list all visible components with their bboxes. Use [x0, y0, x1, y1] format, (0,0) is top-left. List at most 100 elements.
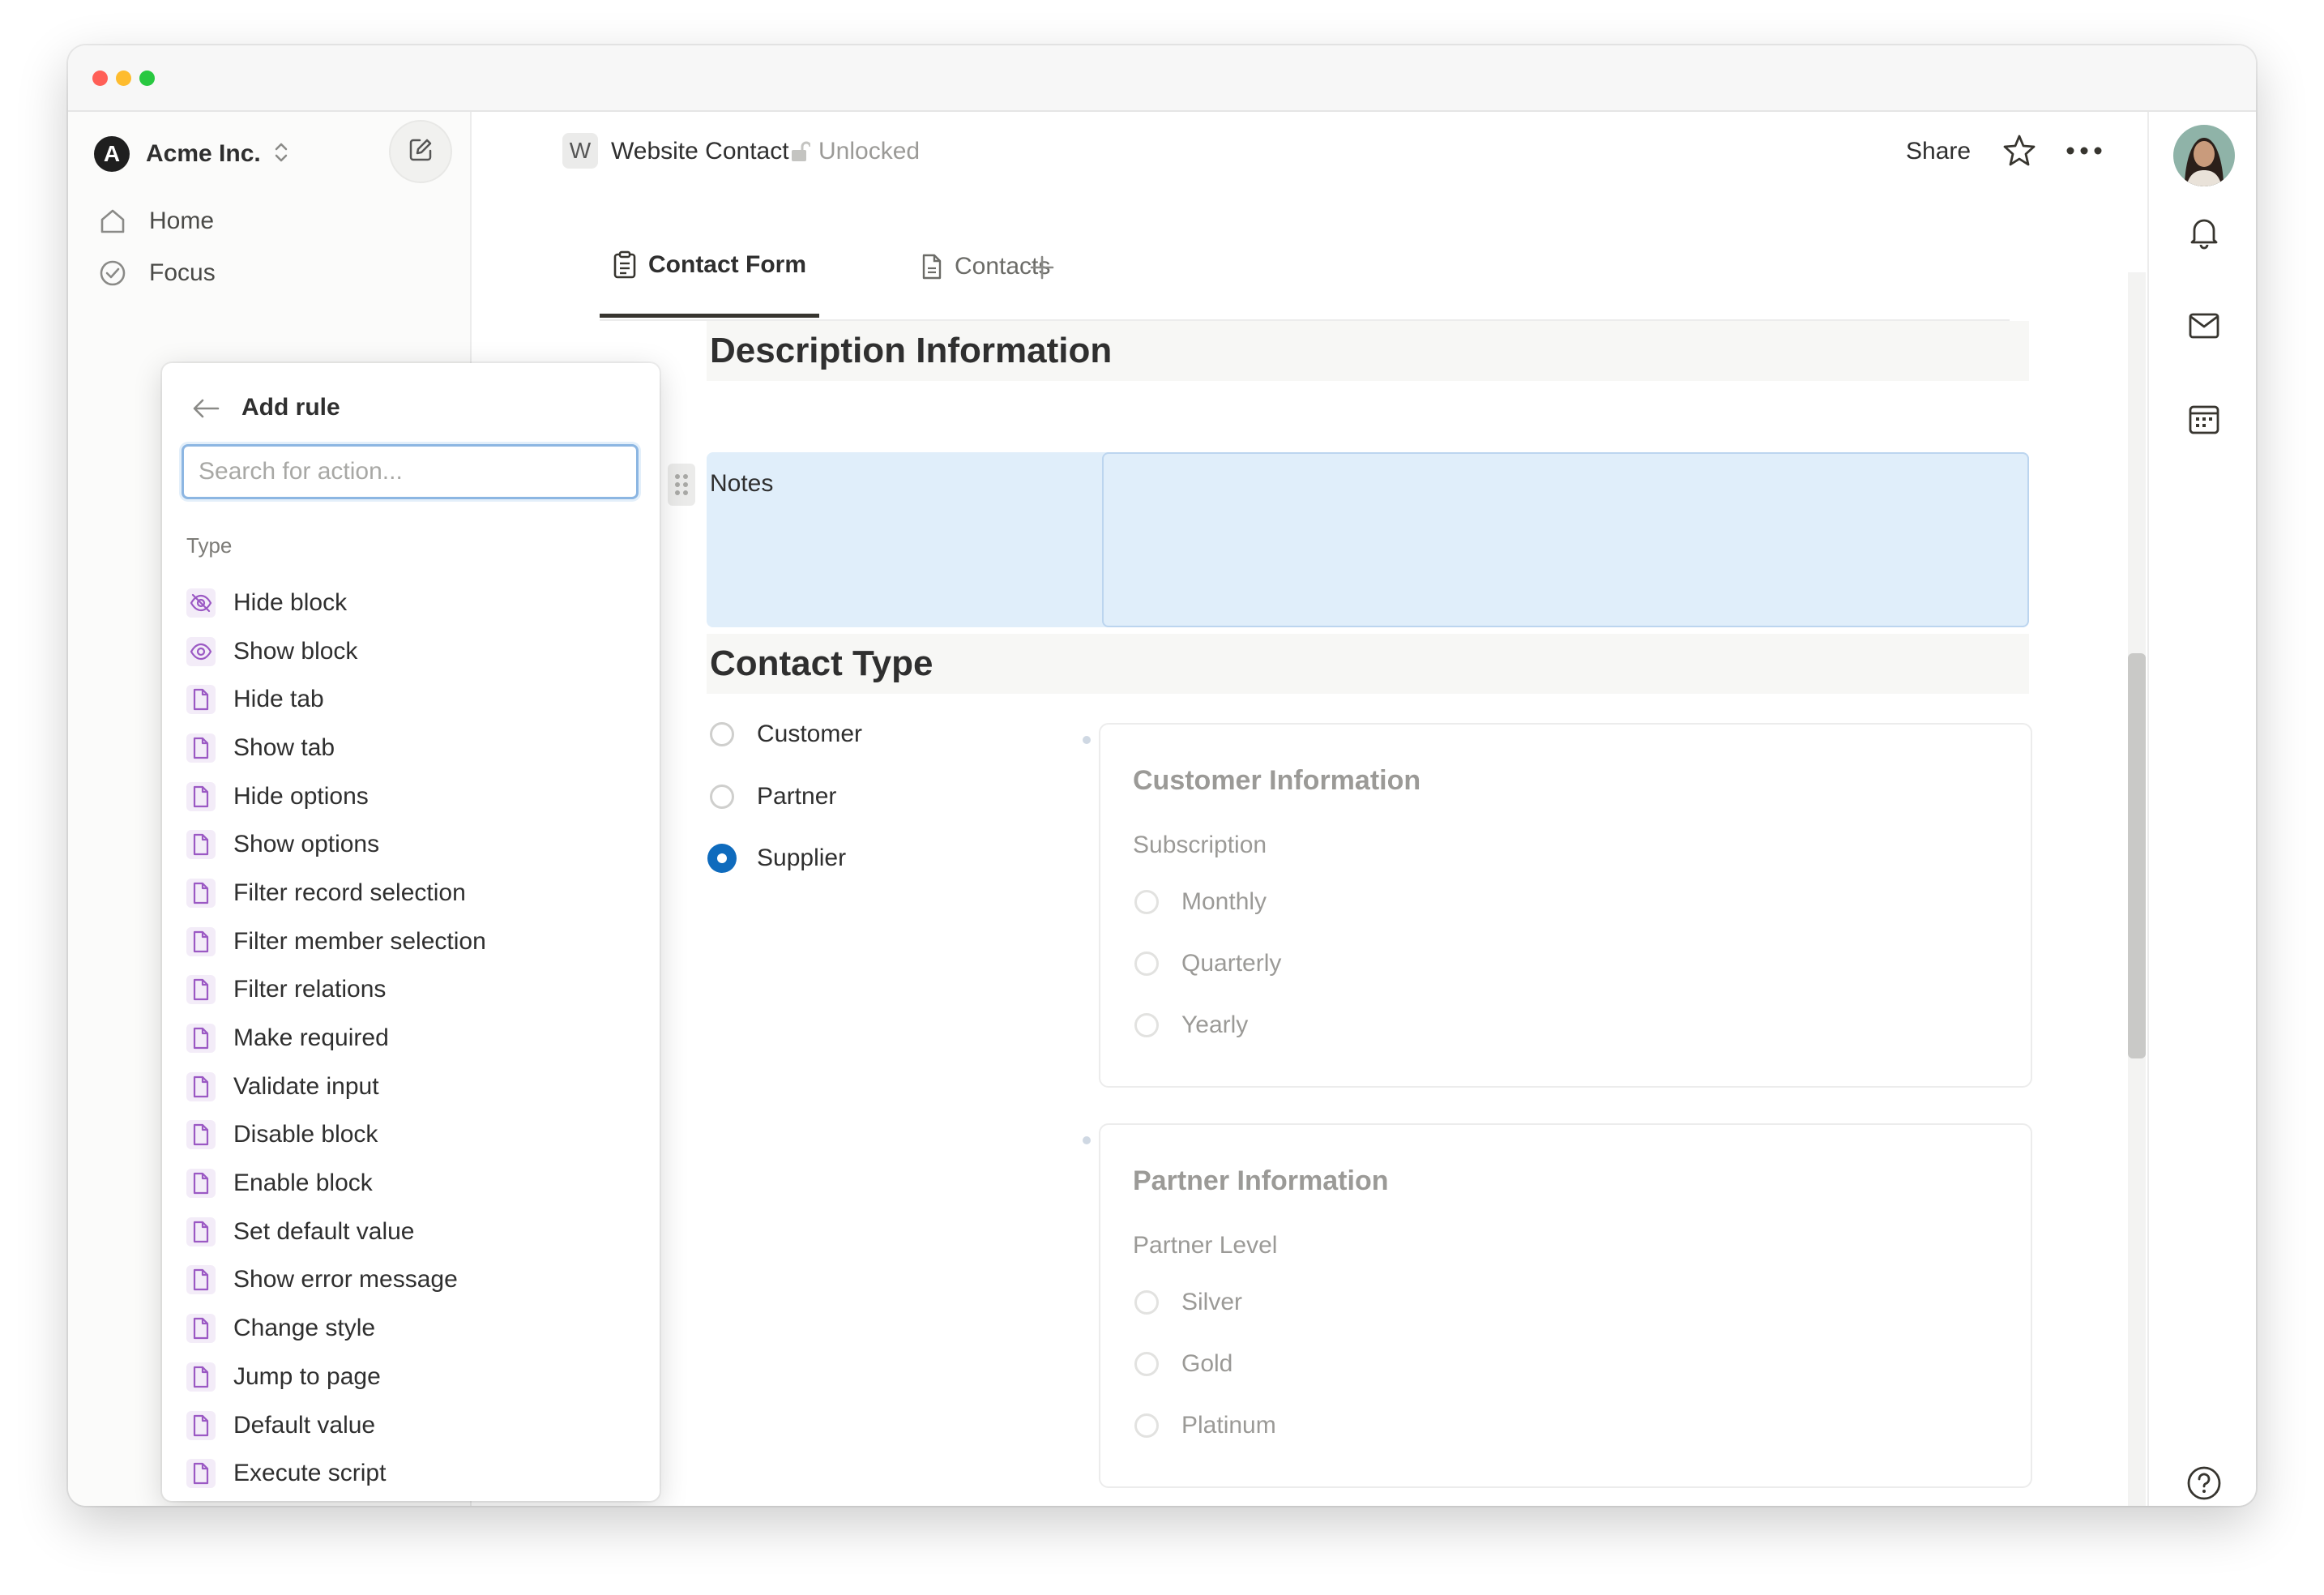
- edit-icon: [407, 136, 434, 168]
- sidebar-item-focus[interactable]: Focus: [97, 258, 216, 289]
- radio-label: Customer: [757, 721, 863, 747]
- radio-option-customer[interactable]: Customer: [710, 721, 862, 748]
- radio-button[interactable]: [710, 722, 734, 746]
- menu-item-hide-tab[interactable]: Hide tab: [186, 675, 640, 724]
- radio-option-partner[interactable]: Partner: [710, 783, 836, 810]
- page-title[interactable]: Website Contact: [611, 138, 789, 165]
- radio-button[interactable]: [1134, 1290, 1159, 1315]
- radio-button[interactable]: [1134, 1413, 1159, 1438]
- menu-item-hide-block[interactable]: Hide block: [186, 579, 640, 627]
- menu-item-label: Enable block: [233, 1170, 373, 1197]
- menu-section-label: Type: [186, 533, 233, 558]
- menu-item-show-tab[interactable]: Show tab: [186, 724, 640, 772]
- partner-information-card: Partner Information Partner Level Silver…: [1099, 1123, 2032, 1488]
- sidebar-item-label: Focus: [149, 259, 216, 286]
- favorite-button[interactable]: [2000, 131, 2039, 170]
- menu-item-validate-input[interactable]: Validate input: [186, 1063, 640, 1111]
- menu-item-execute-script[interactable]: Execute script: [186, 1449, 640, 1498]
- radio-option-yearly[interactable]: Yearly: [1134, 1011, 1248, 1039]
- radio-label: Gold: [1181, 1350, 1233, 1377]
- action-search-input[interactable]: [182, 444, 639, 499]
- radio-option-platinum[interactable]: Platinum: [1134, 1412, 1276, 1439]
- menu-item-hide-options[interactable]: Hide options: [186, 772, 640, 821]
- notifications-button[interactable]: [2181, 209, 2227, 254]
- radio-button[interactable]: [710, 785, 734, 809]
- minimize-window-button[interactable]: [116, 71, 131, 86]
- radio-button[interactable]: [1134, 951, 1159, 976]
- menu-item-filter-record-selection[interactable]: Filter record selection: [186, 869, 640, 917]
- scrollbar-thumb[interactable]: [2128, 653, 2146, 1058]
- menu-item-show-block[interactable]: Show block: [186, 627, 640, 676]
- zoom-window-button[interactable]: [139, 71, 155, 86]
- radio-option-monthly[interactable]: Monthly: [1134, 888, 1267, 916]
- inbox-button[interactable]: [2181, 303, 2227, 349]
- notes-field-block[interactable]: Notes: [707, 452, 2029, 627]
- menu-item-disable-block[interactable]: Disable block: [186, 1111, 640, 1160]
- sidebar-item-home[interactable]: Home: [97, 206, 214, 237]
- more-options-button[interactable]: [2063, 131, 2105, 170]
- menu-item-label: Change style: [233, 1315, 376, 1342]
- page-icon: [186, 1314, 216, 1344]
- avatar[interactable]: [2173, 125, 2235, 186]
- close-window-button[interactable]: [92, 71, 108, 86]
- menu-item-jump-to-page[interactable]: Jump to page: [186, 1353, 640, 1401]
- conditional-indicator: [1083, 1136, 1091, 1144]
- help-button[interactable]: [2181, 1460, 2227, 1506]
- radio-button[interactable]: [1134, 1352, 1159, 1376]
- menu-item-label: Default value: [233, 1411, 376, 1439]
- menu-item-label: Show error message: [233, 1266, 458, 1294]
- tab-contact-form[interactable]: Contact Form: [600, 216, 819, 318]
- page-icon: [186, 1265, 216, 1295]
- menu-item-show-options[interactable]: Show options: [186, 820, 640, 869]
- rule-action-list: Hide block Show block Hide tab Show tab Hide…: [186, 579, 640, 1498]
- card-title: Partner Information: [1133, 1165, 1389, 1196]
- menu-item-label: Hide tab: [233, 686, 324, 713]
- radio-label: Quarterly: [1181, 950, 1282, 977]
- menu-item-label: Show options: [233, 831, 380, 858]
- menu-item-default-value[interactable]: Default value: [186, 1401, 640, 1450]
- page-icon: [186, 878, 216, 908]
- share-button[interactable]: Share: [1906, 138, 1971, 165]
- radio-option-supplier[interactable]: Supplier: [707, 844, 846, 873]
- page-icon-chip: W: [562, 133, 598, 169]
- radio-button[interactable]: [1134, 890, 1159, 914]
- back-button[interactable]: [190, 392, 222, 425]
- drag-handle[interactable]: [668, 464, 695, 506]
- workspace-switcher[interactable]: A Acme Inc.: [94, 131, 290, 177]
- menu-item-enable-block[interactable]: Enable block: [186, 1159, 640, 1208]
- menu-item-label: Set default value: [233, 1217, 415, 1245]
- menu-item-set-default-value[interactable]: Set default value: [186, 1208, 640, 1256]
- menu-item-label: Hide options: [233, 782, 369, 810]
- menu-item-change-style[interactable]: Change style: [186, 1304, 640, 1353]
- plus-icon: [1030, 255, 1054, 280]
- lock-toggle[interactable]: Unlocked: [789, 138, 920, 165]
- menu-item-label: Hide block: [233, 588, 348, 616]
- contact-type-section-header[interactable]: Contact Type: [707, 634, 2029, 694]
- calendar-button[interactable]: [2181, 397, 2227, 443]
- menu-item-label: Filter record selection: [233, 879, 466, 906]
- clipboard-icon: [613, 250, 637, 280]
- radio-button[interactable]: [1134, 1013, 1159, 1037]
- bell-icon: [2190, 219, 2218, 250]
- ellipsis-icon: [2066, 147, 2102, 155]
- menu-title: Add rule: [241, 394, 340, 421]
- page-topbar: W Website Contact Unlocked Share: [472, 112, 2102, 196]
- section-title: Description Information: [710, 331, 1113, 370]
- radio-button-checked[interactable]: [707, 844, 737, 873]
- radio-option-quarterly[interactable]: Quarterly: [1134, 950, 1281, 977]
- notes-input[interactable]: [1102, 452, 2029, 627]
- radio-option-gold[interactable]: Gold: [1134, 1350, 1232, 1378]
- help-icon: [2187, 1466, 2221, 1500]
- page-icon: [186, 1120, 216, 1150]
- radio-option-silver[interactable]: Silver: [1134, 1289, 1242, 1316]
- radio-label: Partner: [757, 783, 837, 810]
- menu-item-make-required[interactable]: Make required: [186, 1014, 640, 1063]
- add-tab-button[interactable]: [1021, 246, 1063, 289]
- conditional-indicator: [1083, 736, 1091, 744]
- menu-item-show-error-message[interactable]: Show error message: [186, 1256, 640, 1305]
- new-page-button[interactable]: [389, 120, 452, 183]
- menu-item-filter-member-selection[interactable]: Filter member selection: [186, 917, 640, 966]
- menu-item-filter-relations[interactable]: Filter relations: [186, 966, 640, 1015]
- section-title: Contact Type: [710, 644, 933, 683]
- description-section-header[interactable]: Description Information: [707, 321, 2029, 381]
